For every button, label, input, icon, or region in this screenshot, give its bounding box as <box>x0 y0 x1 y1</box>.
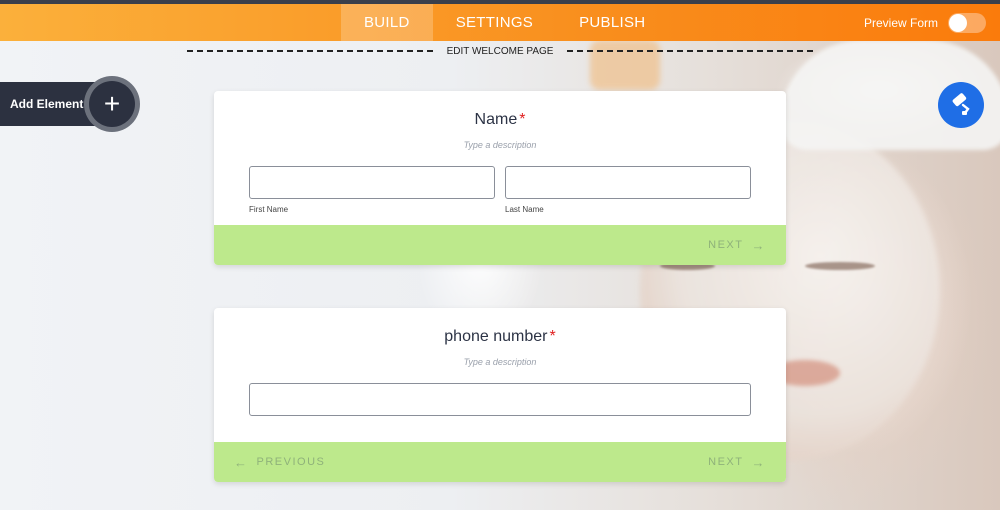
add-element-label: Add Element <box>10 97 84 111</box>
form-designer-button[interactable] <box>938 82 984 128</box>
preview-form-label: Preview Form <box>863 15 938 30</box>
previous-label: PREVIOUS <box>256 456 326 468</box>
preview-form-control: Preview Form <box>864 4 986 41</box>
question-description[interactable]: Type a description <box>214 357 786 367</box>
arrow-right-icon: → <box>751 237 766 253</box>
builder-tabs: BUILD SETTINGS PUBLISH <box>341 4 668 41</box>
question-title[interactable]: phone number * <box>214 328 786 346</box>
tab-build[interactable]: BUILD <box>341 4 433 41</box>
edit-welcome-page-label: EDIT WELCOME PAGE <box>446 45 554 57</box>
edit-welcome-page-divider[interactable]: EDIT WELCOME PAGE <box>187 44 813 58</box>
card-navigation: ← PREVIOUS NEXT → <box>214 442 786 482</box>
background-eye <box>805 262 875 270</box>
phone-number-input[interactable] <box>249 383 751 416</box>
first-name-field: First Name <box>249 166 495 214</box>
question-title-text: Name <box>474 111 518 128</box>
question-card-name[interactable]: Name * Type a description First Name Last… <box>214 91 786 265</box>
dashed-line <box>567 50 813 52</box>
dashed-line <box>187 50 433 52</box>
top-navigation-bar: BUILD SETTINGS PUBLISH Preview Form <box>0 0 1000 41</box>
name-fields: First Name Last Name <box>249 166 751 214</box>
question-card-phone-number[interactable]: phone number * Type a description ← PREVI… <box>214 308 786 482</box>
toggle-knob <box>949 13 967 32</box>
tab-publish[interactable]: PUBLISH <box>556 4 668 41</box>
question-title-text: phone number <box>444 328 548 345</box>
arrow-right-icon: → <box>751 454 766 470</box>
question-title[interactable]: Name * <box>214 111 786 129</box>
tab-settings[interactable]: SETTINGS <box>433 4 556 41</box>
first-name-input[interactable] <box>249 166 495 199</box>
arrow-left-icon: ← <box>234 454 249 470</box>
required-mark: * <box>519 111 526 128</box>
required-mark: * <box>549 328 556 345</box>
next-button[interactable]: NEXT → <box>708 238 766 253</box>
paint-roller-icon <box>952 93 970 115</box>
previous-button[interactable]: ← PREVIOUS <box>234 455 325 470</box>
next-label: NEXT <box>708 456 744 468</box>
next-label: NEXT <box>708 239 744 251</box>
last-name-field: Last Name <box>505 166 751 214</box>
phone-fields <box>249 383 751 416</box>
preview-form-toggle[interactable] <box>948 12 986 33</box>
phone-number-field <box>249 383 751 416</box>
last-name-sublabel: Last Name <box>505 205 544 214</box>
next-button[interactable]: NEXT → <box>708 455 766 470</box>
card-navigation: NEXT → <box>214 225 786 265</box>
first-name-sublabel: First Name <box>249 205 289 214</box>
last-name-input[interactable] <box>505 166 751 199</box>
question-description[interactable]: Type a description <box>214 140 786 150</box>
plus-icon[interactable]: + <box>84 76 140 132</box>
